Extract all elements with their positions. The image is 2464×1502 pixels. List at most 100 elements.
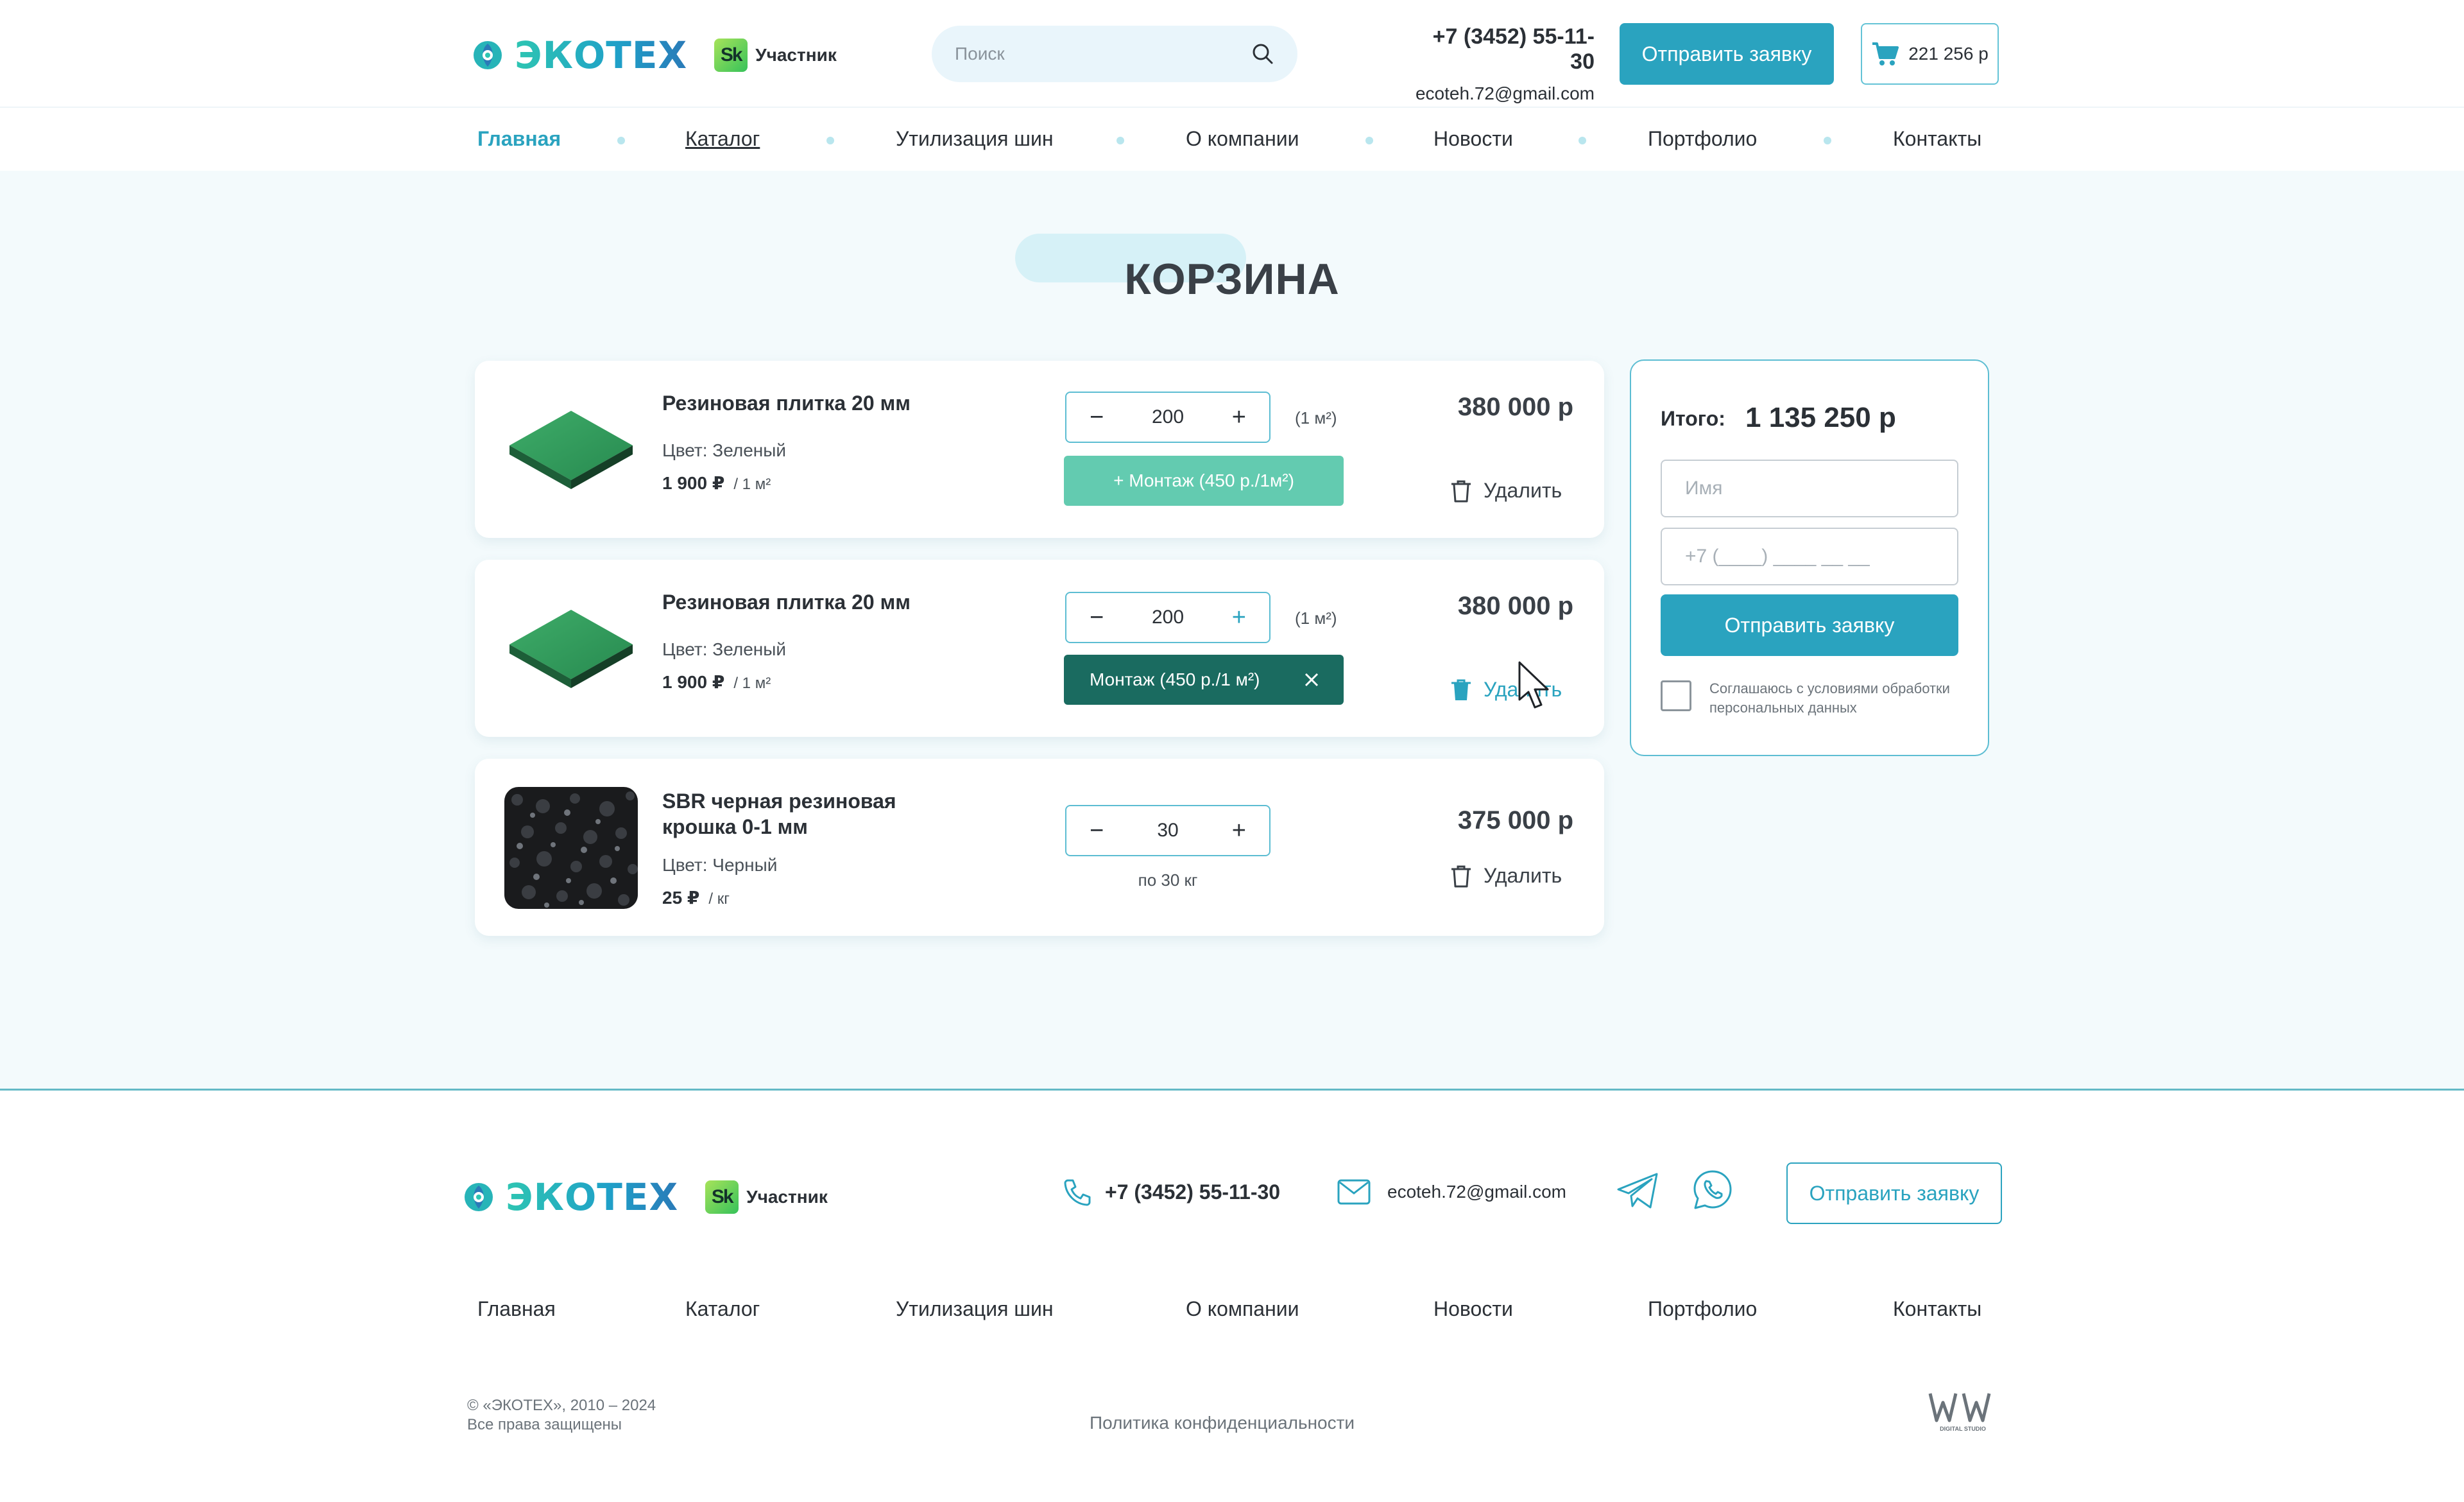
submit-order-button[interactable]: Отправить заявку <box>1661 594 1958 656</box>
footer-nav-home[interactable]: Главная <box>477 1297 556 1321</box>
header-email[interactable]: ecoteh.72@gmail.com <box>1412 83 1595 104</box>
qty-plus-button[interactable]: + <box>1232 605 1246 630</box>
cart-icon <box>1872 42 1899 65</box>
nav-item-about[interactable]: О компании <box>1186 127 1299 151</box>
product-image-green-tile <box>509 610 633 688</box>
whatsapp-icon[interactable] <box>1691 1169 1734 1211</box>
name-field[interactable] <box>1661 460 1958 517</box>
copyright-line-1: © «ЭКОТЕХ», 2010 – 2024 <box>467 1397 656 1414</box>
phone-field[interactable] <box>1661 528 1958 585</box>
delete-button[interactable]: Удалить <box>1450 479 1562 503</box>
mounting-selected-button[interactable]: Монтаж (450 р./1 м²) <box>1064 655 1344 705</box>
qty-plus-button[interactable]: + <box>1232 818 1246 843</box>
header-phone[interactable]: +7 (3452) 55-11-30 <box>1412 24 1595 74</box>
nav-item-news[interactable]: Новости <box>1433 127 1513 151</box>
site-logo[interactable]: ЭКОТЕХ Sk Участник <box>472 33 837 77</box>
nav-separator <box>1365 137 1373 144</box>
footer-nav-contacts[interactable]: Контакты <box>1893 1297 1981 1321</box>
qty-unit: (1 м²) <box>1295 408 1337 427</box>
footer-phone-text: +7 (3452) 55-11-30 <box>1105 1180 1281 1204</box>
mail-icon <box>1337 1179 1371 1205</box>
site-footer: ЭКОТЕХ Sk Участник +7 (3452) 55-11-30 ec… <box>0 1089 2464 1502</box>
trash-icon <box>1451 480 1471 502</box>
footer-nav-about[interactable]: О компании <box>1186 1297 1299 1321</box>
trash-icon <box>1451 865 1471 887</box>
cursor-icon <box>1518 661 1549 709</box>
search-icon[interactable] <box>1251 42 1274 65</box>
qty-minus-button[interactable]: − <box>1090 405 1104 429</box>
nav-separator <box>1824 137 1831 144</box>
delete-button[interactable]: Удалить <box>1450 864 1562 888</box>
logo-text: ЭКОТЕХ <box>506 1175 679 1219</box>
skolkovo-badge: Sk Участник <box>714 39 837 72</box>
product-image-rubber-crumb <box>504 787 638 909</box>
line-total: 380 000 р <box>1457 592 1573 620</box>
product-color: Цвет: Зеленый <box>662 639 786 659</box>
studio-caption: DIGITAL STUDIO <box>1940 1426 1986 1432</box>
header-request-button[interactable]: Отправить заявку <box>1620 23 1834 85</box>
qty-value[interactable]: 30 <box>1157 820 1178 842</box>
summary-total-value: 1 135 250 р <box>1745 402 1896 433</box>
product-price: 1 900 ₽ / 1 м² <box>662 671 771 693</box>
nav-separator <box>1579 137 1586 144</box>
page-title: КОРЗИНА <box>1124 255 1340 304</box>
nav-item-tire-recycling[interactable]: Утилизация шин <box>896 127 1054 151</box>
cart-button[interactable]: 221 256 р <box>1861 23 1999 85</box>
consent-row: Соглашаюсь с условиями обработки персона… <box>1661 679 1953 718</box>
privacy-policy-link[interactable]: Политика конфиденциальности <box>1090 1413 1355 1433</box>
footer-email[interactable]: ecoteh.72@gmail.com <box>1337 1179 1566 1205</box>
copyright: © «ЭКОТЕХ», 2010 – 2024 Все права защище… <box>467 1396 656 1435</box>
line-total: 380 000 р <box>1457 393 1573 421</box>
product-price-value: 25 ₽ <box>662 888 700 908</box>
cart-total: 221 256 р <box>1908 44 1989 64</box>
site-header: ЭКОТЕХ Sk Участник +7 (3452) 55-11-30 ec… <box>0 0 2464 107</box>
nav-separator <box>1116 137 1124 144</box>
cart-item: Резиновая плитка 20 мм Цвет: Зеленый 1 9… <box>475 361 1604 538</box>
nav-item-catalog[interactable]: Каталог <box>685 127 760 151</box>
search-input[interactable] <box>955 44 1251 64</box>
sk-badge-label: Участник <box>746 1187 828 1207</box>
phone-icon <box>1064 1179 1091 1206</box>
nav-item-home[interactable]: Главная <box>477 127 561 151</box>
product-color: Цвет: Черный <box>662 855 778 875</box>
footer-nav-news[interactable]: Новости <box>1433 1297 1513 1321</box>
qty-minus-button[interactable]: − <box>1090 605 1104 630</box>
header-contacts: +7 (3452) 55-11-30 ecoteh.72@gmail.com <box>1412 24 1595 104</box>
consent-text: Соглашаюсь с условиями обработки персона… <box>1709 680 1950 716</box>
product-price-unit: / 1 м² <box>733 476 771 493</box>
product-price-unit: / кг <box>708 890 730 908</box>
product-image-green-tile <box>509 411 633 489</box>
qty-unit: (1 м²) <box>1295 609 1337 628</box>
add-mounting-button[interactable]: + Монтаж (450 р./1м²) <box>1064 456 1344 506</box>
footer-nav-catalog[interactable]: Каталог <box>685 1297 760 1321</box>
qty-value[interactable]: 200 <box>1152 406 1184 428</box>
sk-badge-box: Sk <box>705 1180 739 1214</box>
footer-nav-tire-recycling[interactable]: Утилизация шин <box>896 1297 1054 1321</box>
footer-phone[interactable]: +7 (3452) 55-11-30 <box>1063 1178 1280 1206</box>
nav-item-portfolio[interactable]: Портфолио <box>1648 127 1757 151</box>
telegram-icon[interactable] <box>1616 1171 1661 1211</box>
logo-leaf-icon <box>465 1183 493 1211</box>
product-price-unit: / 1 м² <box>733 675 771 692</box>
qty-plus-button[interactable]: + <box>1232 405 1246 429</box>
footer-nav-portfolio[interactable]: Портфолио <box>1648 1297 1757 1321</box>
consent-checkbox[interactable] <box>1661 680 1691 711</box>
nav-separator <box>617 137 625 144</box>
close-icon[interactable] <box>1304 672 1319 687</box>
product-name[interactable]: Резиновая плитка 20 мм <box>662 589 964 615</box>
nav-separator <box>826 137 834 144</box>
cart-item: Резиновая плитка 20 мм Цвет: Зеленый 1 9… <box>475 560 1604 737</box>
product-name[interactable]: Резиновая плитка 20 мм <box>662 390 964 416</box>
logo-leaf-icon <box>474 41 502 69</box>
search-bar <box>932 26 1297 82</box>
footer-logo[interactable]: ЭКОТЕХ Sk Участник <box>463 1175 828 1219</box>
nav-item-contacts[interactable]: Контакты <box>1893 127 1981 151</box>
order-summary: Итого: 1 135 250 р Отправить заявку Согл… <box>1630 359 1989 756</box>
qty-value[interactable]: 200 <box>1152 607 1184 628</box>
qty-minus-button[interactable]: − <box>1090 818 1104 843</box>
sk-badge-box: Sk <box>714 39 748 72</box>
footer-email-text: ecoteh.72@gmail.com <box>1387 1182 1567 1202</box>
studio-logo[interactable]: DIGITAL STUDIO <box>1928 1390 1998 1435</box>
footer-request-button[interactable]: Отправить заявку <box>1786 1162 2002 1224</box>
product-name[interactable]: SBR черная резиновая крошка 0-1 мм <box>662 788 964 840</box>
